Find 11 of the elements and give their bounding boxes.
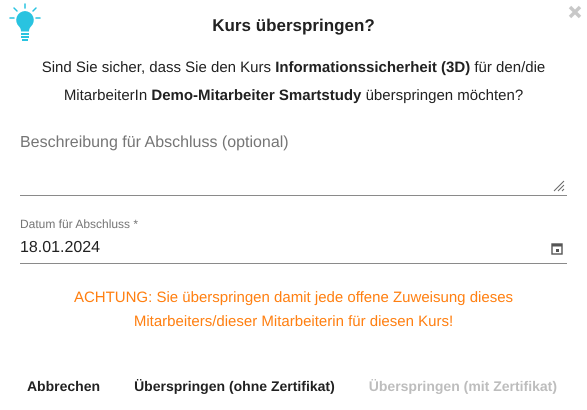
description-field[interactable]: Beschreibung für Abschluss (optional): [20, 130, 567, 196]
lightbulb-icon: [8, 2, 42, 42]
dialog-button[interactable]: Abbrechen: [16, 370, 110, 402]
calendar-icon[interactable]: [551, 242, 563, 254]
date-field[interactable]: 18.01.2024: [20, 233, 567, 264]
warning-message: ACHTUNG: Sie überspringen damit jede offene Zuweisung dieses Mitarbeiters/dieser Mitarbeiterin für diesen Kurs!: [72, 288, 514, 332]
confirmation-message: Sind Sie sicher, dass Sie den Kurs Informationssicherheit (3D) für den/die MitarbeiterIn Demo-Mitarbeiter Smartstudy überspringen möchten?: [40, 58, 546, 106]
dialog-button[interactable]: Überspringen (ohne Zertifikat): [124, 370, 345, 402]
dialog-title: Kurs überspringen?: [212, 16, 375, 36]
date-label: Datum für Abschluss *: [20, 217, 138, 231]
resize-grip-icon[interactable]: [553, 180, 565, 192]
